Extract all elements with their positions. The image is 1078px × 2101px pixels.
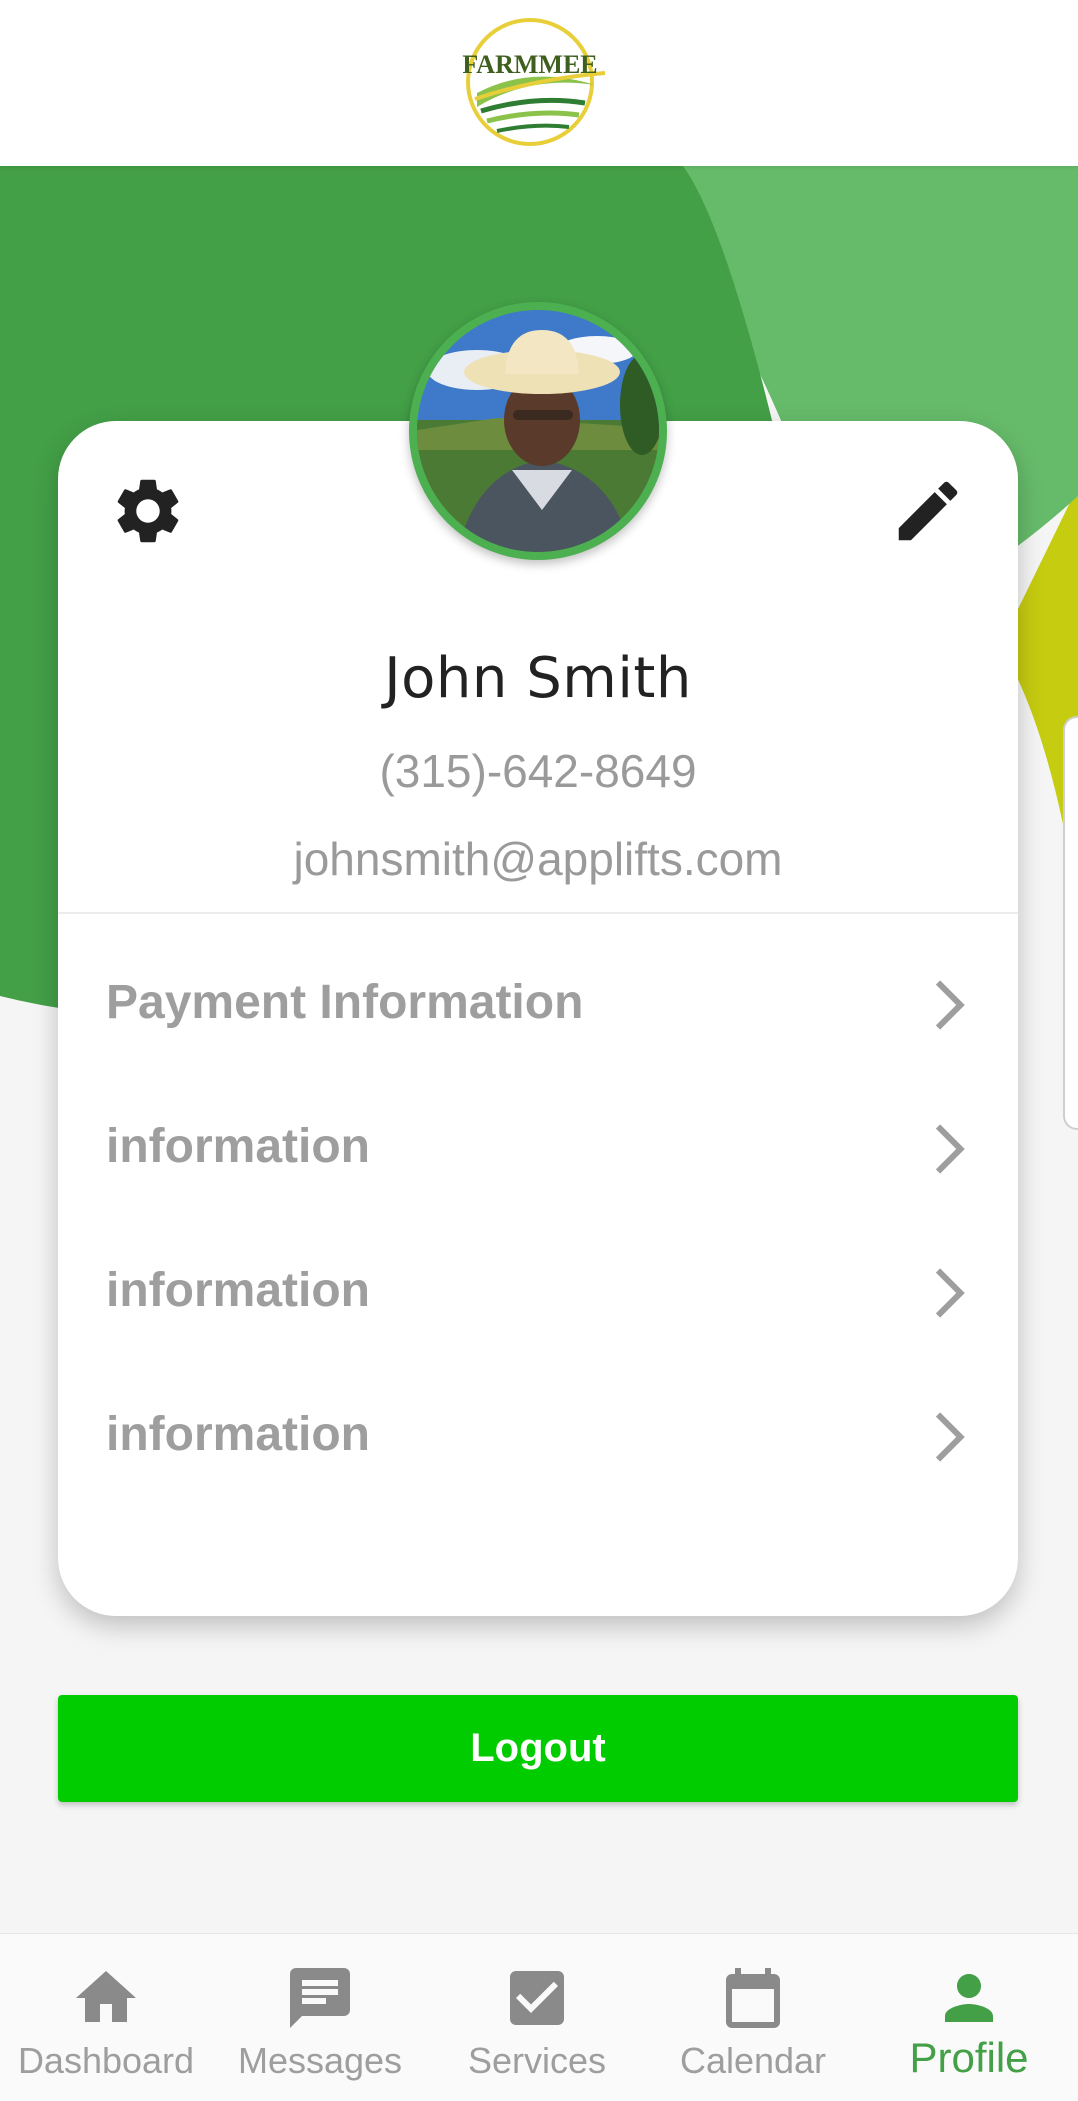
menu-item-information[interactable]: information: [58, 1077, 1018, 1221]
menu-item-label: Payment Information: [106, 976, 584, 1029]
chevron-right-icon: [935, 980, 965, 1030]
profile-name: John Smith: [384, 646, 692, 711]
nav-services[interactable]: Services: [428, 1934, 646, 2101]
profile-card: John Smith (315)-642-8649 johnsmith@appl…: [58, 421, 1018, 1616]
nav-label: Services: [467, 2040, 607, 2081]
nav-calendar[interactable]: Calendar: [646, 1934, 860, 2101]
gear-icon: [117, 479, 179, 543]
avatar-photo: [417, 310, 659, 552]
menu-item-label: information: [106, 1120, 370, 1173]
pencil-icon: [898, 481, 958, 541]
logo-text: FARMMEE: [462, 50, 597, 79]
nav-label: Messages: [237, 2040, 403, 2081]
nav-label: Dashboard: [17, 2040, 195, 2081]
nav-label: Calendar: [679, 2040, 827, 2081]
chevron-right-icon: [935, 1268, 965, 1318]
calendar-icon: [726, 1968, 780, 2028]
divider: [58, 912, 1018, 914]
checkbox-icon: [510, 1971, 564, 2025]
home-icon: [76, 1971, 136, 2022]
person-icon: [945, 1974, 993, 2022]
message-icon: [290, 1968, 350, 2028]
edit-button[interactable]: [883, 466, 973, 556]
profile-email: johnsmith@applifts.com: [293, 833, 783, 885]
menu-item-label: information: [106, 1264, 370, 1317]
farmmee-logo: FARMMEE: [462, 18, 606, 146]
menu-item-information[interactable]: information: [58, 1365, 1018, 1509]
logout-button[interactable]: Logout: [58, 1695, 1018, 1802]
menu-item-label: information: [106, 1408, 370, 1461]
nav-messages[interactable]: Messages: [212, 1934, 428, 2101]
menu-item-information[interactable]: information: [58, 1221, 1018, 1365]
chevron-right-icon: [935, 1124, 965, 1174]
side-drawer-handle[interactable]: [1063, 716, 1078, 1130]
nav-profile[interactable]: Profile: [860, 1934, 1078, 2101]
chevron-right-icon: [935, 1412, 965, 1462]
settings-button[interactable]: [103, 466, 193, 556]
profile-avatar[interactable]: [409, 302, 667, 560]
nav-label: Profile: [909, 2034, 1029, 2081]
app-header: FARMMEE: [0, 0, 1078, 166]
bottom-navigation: Dashboard Messages Services Calendar Pro…: [0, 1933, 1078, 2101]
nav-dashboard[interactable]: Dashboard: [0, 1934, 212, 2101]
menu-item-payment-information[interactable]: Payment Information: [58, 933, 1018, 1077]
profile-phone: (315)-642-8649: [379, 745, 697, 797]
